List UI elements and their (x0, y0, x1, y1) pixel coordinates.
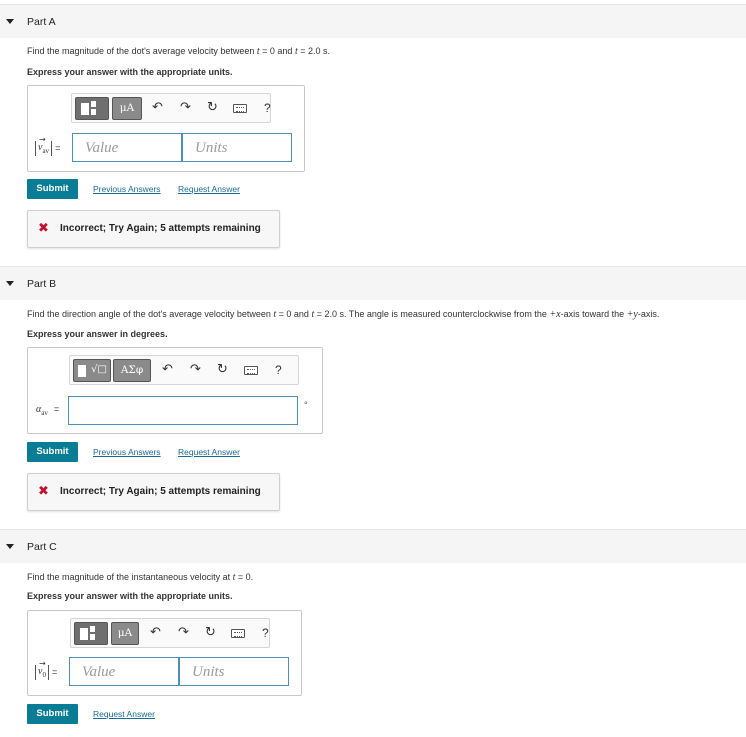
redo-icon[interactable]: ↷ (180, 101, 191, 114)
velocity-avg-label: → vav = (35, 135, 60, 156)
angle-input[interactable] (68, 396, 298, 425)
part-a-feedback: ✖ Incorrect; Try Again; 5 attempts remai… (27, 210, 280, 248)
value-input[interactable]: Value (69, 657, 179, 686)
redo-icon[interactable]: ↷ (190, 363, 201, 376)
undo-icon[interactable]: ↶ (162, 363, 173, 376)
part-a-request-answer-link[interactable]: Request Answer (178, 184, 240, 194)
part-b-request-answer-link[interactable]: Request Answer (178, 447, 240, 457)
units-button[interactable]: μA (111, 622, 139, 645)
help-button[interactable]: ? (275, 363, 282, 377)
redo-icon[interactable]: ↷ (178, 626, 189, 639)
degree-symbol: ° (304, 400, 308, 410)
part-a-title: Part A (27, 16, 56, 28)
value-input[interactable]: Value (72, 133, 182, 162)
part-a-answer-box: μA ↶ ↷ ↻ ? → vav = Value Units (27, 85, 305, 172)
part-c-title: Part C (27, 541, 57, 553)
part-b-feedback: ✖ Incorrect; Try Again; 5 attempts remai… (27, 473, 280, 511)
collapse-caret-icon[interactable] (6, 281, 14, 286)
part-a-instruction: Express your answer with the appropriate… (27, 67, 233, 77)
part-c-instruction: Express your answer with the appropriate… (27, 591, 233, 601)
math-toolbar: μA ↶ ↷ ↻ ? (71, 93, 271, 123)
help-button[interactable]: ? (264, 101, 271, 115)
velocity-initial-label: → v0 = (35, 659, 57, 680)
alpha-avg-label: αav = (36, 404, 60, 417)
collapse-caret-icon[interactable] (6, 544, 14, 549)
templates-button[interactable] (74, 622, 108, 645)
math-toolbar: √□ ΑΣφ ↶ ↷ ↻ ? (69, 355, 299, 385)
templates-button[interactable]: √□ (73, 359, 111, 382)
part-b-answer-box: √□ ΑΣφ ↶ ↷ ↻ ? αav = (27, 347, 323, 434)
part-c-submit-button[interactable]: Submit (27, 704, 78, 724)
undo-icon[interactable]: ↶ (152, 101, 163, 114)
part-b-title: Part B (27, 278, 57, 290)
part-c-header[interactable]: Part C (0, 529, 746, 563)
units-input[interactable]: Units (182, 133, 292, 162)
reset-icon[interactable]: ↻ (207, 101, 218, 114)
part-a-previous-answers-link[interactable]: Previous Answers (93, 184, 161, 194)
keyboard-icon[interactable] (231, 629, 245, 638)
error-x-icon: ✖ (38, 221, 49, 236)
part-b-submit-button[interactable]: Submit (27, 442, 78, 462)
keyboard-icon[interactable] (233, 104, 247, 113)
part-c-request-answer-link[interactable]: Request Answer (93, 709, 155, 719)
units-input[interactable]: Units (179, 657, 289, 686)
part-a-submit-button[interactable]: Submit (27, 179, 78, 199)
reset-icon[interactable]: ↻ (205, 626, 216, 639)
part-c-answer-box: μA ↶ ↷ ↻ ? → v0 = Value Units (27, 610, 302, 696)
reset-icon[interactable]: ↻ (217, 363, 228, 376)
templates-button[interactable] (75, 97, 109, 120)
part-a-question: Find the magnitude of the dot's average … (27, 46, 330, 57)
help-button[interactable]: ? (262, 626, 269, 640)
error-x-icon: ✖ (38, 484, 49, 499)
keyboard-icon[interactable] (244, 366, 258, 375)
units-button[interactable]: μA (112, 97, 142, 120)
collapse-caret-icon[interactable] (6, 19, 14, 24)
part-b-previous-answers-link[interactable]: Previous Answers (93, 447, 161, 457)
math-toolbar: μA ↶ ↷ ↻ ? (70, 618, 270, 648)
part-a-header[interactable]: Part A (0, 4, 746, 38)
part-b-instruction: Express your answer in degrees. (27, 329, 168, 339)
part-c-question: Find the magnitude of the instantaneous … (27, 572, 254, 583)
part-b-question: Find the direction angle of the dot's av… (27, 309, 660, 320)
undo-icon[interactable]: ↶ (150, 626, 161, 639)
greek-button[interactable]: ΑΣφ (113, 359, 151, 382)
part-b-header[interactable]: Part B (0, 266, 746, 300)
